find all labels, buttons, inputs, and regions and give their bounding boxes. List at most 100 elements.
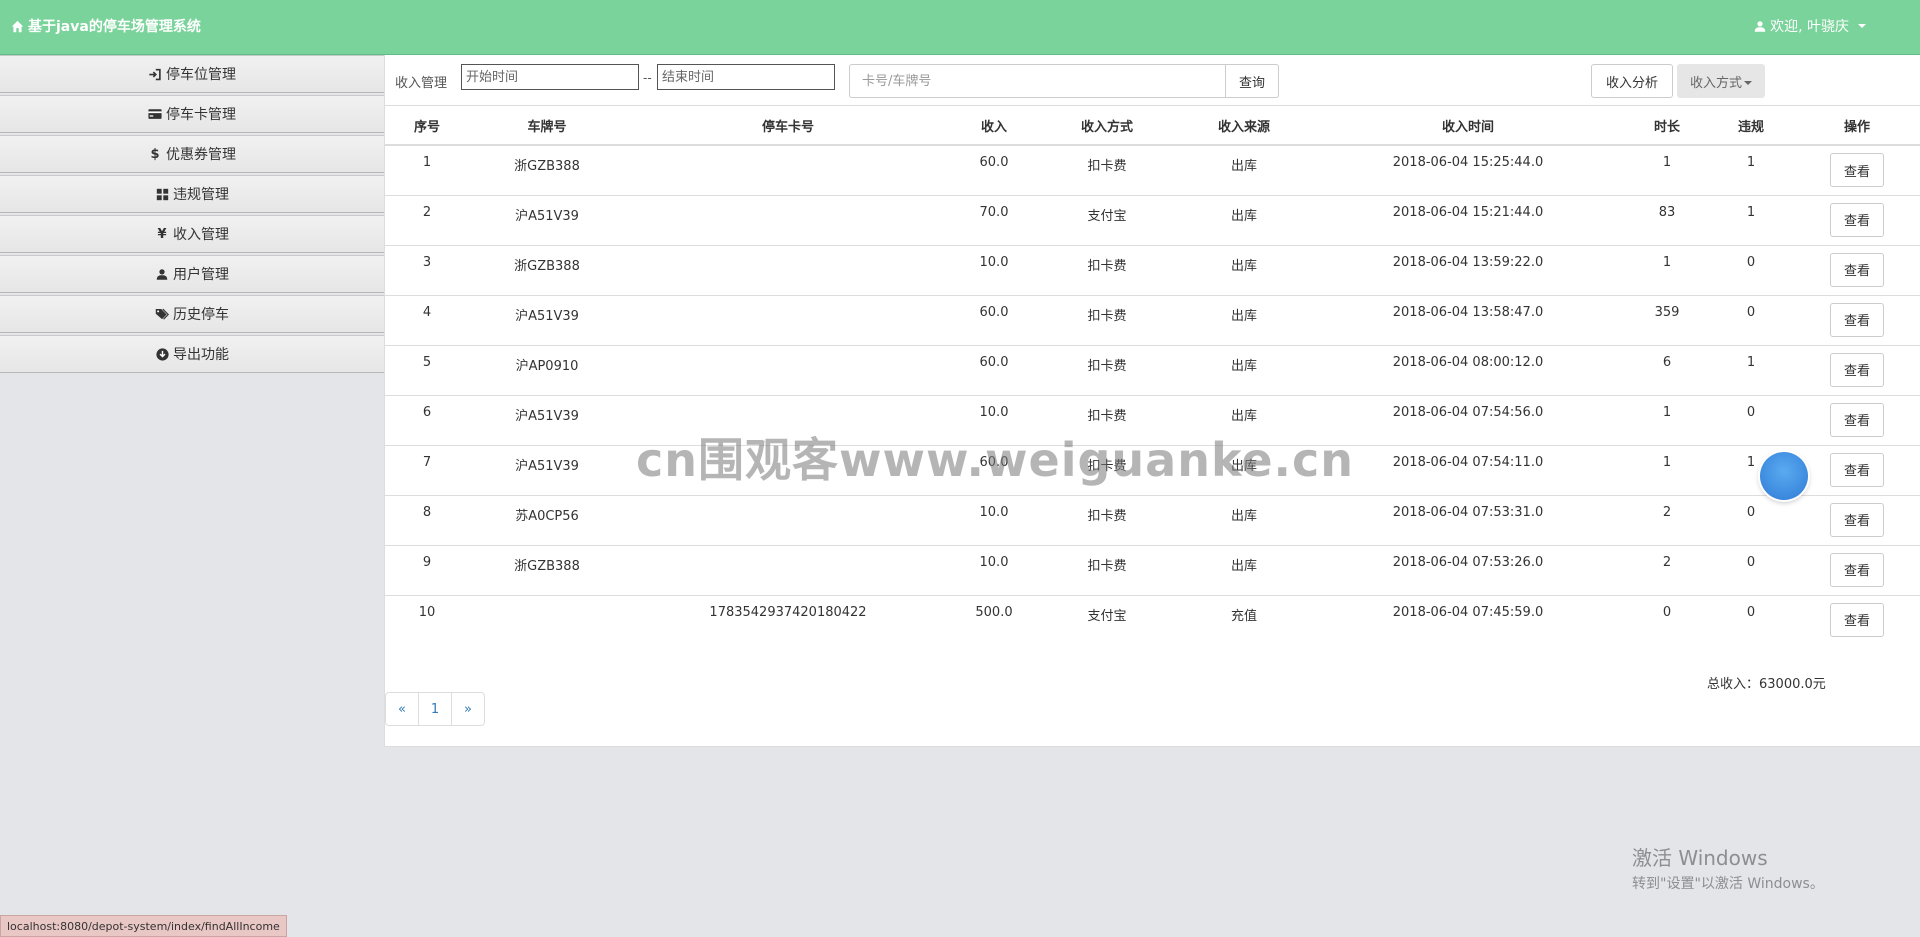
sidebar-item-income[interactable]: ¥ 收入管理	[0, 215, 384, 253]
cell-duration: 1	[1625, 244, 1709, 295]
sidebar-item-label: 历史停车	[173, 307, 229, 323]
column-header: 停车卡号	[625, 106, 951, 146]
search-button[interactable]: 查询	[1225, 64, 1279, 98]
windows-activation-notice: 激活 Windows 转到"设置"以激活 Windows。	[1632, 842, 1824, 893]
toolbar-title: 收入管理	[395, 76, 448, 91]
sidebar-item-user[interactable]: 用户管理	[0, 255, 384, 293]
user-icon	[1753, 19, 1767, 33]
cell-action: 查看	[1793, 444, 1920, 495]
view-button[interactable]: 查看	[1830, 302, 1884, 337]
income-method-label: 收入方式	[1689, 75, 1742, 91]
cell-method: 扣卡费	[1037, 144, 1177, 195]
th-large-icon	[155, 187, 169, 201]
cell-income: 500.0	[951, 594, 1037, 645]
table-header-row: 序号 车牌号 停车卡号 收入 收入方式 收入来源 收入时间 时长 违规 操作	[385, 106, 1920, 146]
cell-no: 7	[385, 444, 469, 495]
cell-plate	[469, 594, 625, 645]
cell-duration: 1	[1625, 394, 1709, 445]
cell-action: 查看	[1793, 344, 1920, 395]
sidebar-item-coupon[interactable]: $ 优惠券管理	[0, 135, 384, 173]
column-header: 收入来源	[1177, 106, 1311, 146]
cell-time: 2018-06-04 07:53:26.0	[1311, 544, 1625, 595]
view-button[interactable]: 查看	[1830, 153, 1884, 187]
floating-assistant-ball[interactable]	[1760, 452, 1808, 500]
sidebar-item-parking-space[interactable]: 停车位管理	[0, 55, 384, 93]
cell-violation: 0	[1709, 494, 1793, 545]
income-table: 序号 车牌号 停车卡号 收入 收入方式 收入来源 收入时间 时长 违规 操作 1…	[385, 106, 1920, 645]
cell-source: 出库	[1177, 344, 1311, 395]
page-number-button[interactable]: 1	[418, 692, 452, 726]
search-input[interactable]	[849, 64, 1226, 98]
view-button[interactable]: 查看	[1830, 352, 1884, 387]
cell-plate: 沪AP0910	[469, 344, 625, 395]
view-button[interactable]: 查看	[1830, 502, 1884, 537]
view-button[interactable]: 查看	[1830, 602, 1884, 637]
cell-time: 2018-06-04 13:59:22.0	[1311, 244, 1625, 295]
cell-duration: 2	[1625, 494, 1709, 545]
column-header: 收入	[951, 106, 1037, 146]
table-row: 5 沪AP0910 60.0 扣卡费 出库 2018-06-04 08:00:1…	[385, 344, 1920, 395]
cell-source: 出库	[1177, 144, 1311, 195]
cell-plate: 浙GZB388	[469, 544, 625, 595]
top-navbar: 基于java的停车场管理系统 欢迎, 叶骁庆	[0, 0, 1920, 55]
cell-no: 2	[385, 194, 469, 245]
cell-no: 3	[385, 244, 469, 295]
cell-method: 扣卡费	[1037, 294, 1177, 345]
watermark-text: cn围观客www.weiguanke.cn	[636, 433, 1355, 487]
cell-income: 10.0	[951, 544, 1037, 595]
view-button[interactable]: 查看	[1830, 402, 1884, 437]
cell-source: 充值	[1177, 594, 1311, 645]
view-button[interactable]: 查看	[1830, 552, 1884, 587]
cell-no: 9	[385, 544, 469, 595]
app-title: 基于java的停车场管理系统	[28, 19, 201, 35]
sidebar-item-export[interactable]: 导出功能	[0, 335, 384, 373]
cell-time: 2018-06-04 07:53:31.0	[1311, 494, 1625, 545]
cell-time: 2018-06-04 15:21:44.0	[1311, 194, 1625, 245]
sidebar-item-violation[interactable]: 违规管理	[0, 175, 384, 213]
user-dropdown[interactable]: 欢迎, 叶骁庆	[1753, 16, 1866, 36]
cell-violation: 0	[1709, 544, 1793, 595]
view-button[interactable]: 查看	[1830, 452, 1884, 487]
cell-violation: 0	[1709, 594, 1793, 645]
cell-plate: 浙GZB388	[469, 244, 625, 295]
cell-method: 扣卡费	[1037, 244, 1177, 295]
page-next-button[interactable]: »	[451, 692, 485, 726]
view-button[interactable]: 查看	[1830, 202, 1884, 237]
cell-card	[625, 544, 951, 595]
table-row: 3 浙GZB388 10.0 扣卡费 出库 2018-06-04 13:59:2…	[385, 244, 1920, 295]
cell-action: 查看	[1793, 544, 1920, 595]
sidebar-item-label: 收入管理	[173, 227, 229, 243]
sidebar-item-parking-card[interactable]: 停车卡管理	[0, 95, 384, 133]
column-header: 收入时间	[1311, 106, 1625, 146]
income-method-dropdown[interactable]: 收入方式	[1677, 64, 1765, 98]
app-brand[interactable]: 基于java的停车场管理系统	[10, 16, 201, 36]
tags-icon	[155, 307, 169, 321]
browser-status-url: localhost:8080/depot-system/index/findAl…	[0, 915, 287, 937]
user-icon	[155, 267, 169, 281]
income-analysis-button[interactable]: 收入分析	[1591, 64, 1673, 98]
cell-source: 出库	[1177, 544, 1311, 595]
cell-time: 2018-06-04 07:54:56.0	[1311, 394, 1625, 445]
end-time-input[interactable]	[657, 64, 835, 90]
column-header: 操作	[1793, 106, 1920, 146]
start-time-input[interactable]	[461, 64, 639, 90]
page-prev-button[interactable]: «	[385, 692, 419, 726]
cell-income: 60.0	[951, 344, 1037, 395]
table-row: 1 浙GZB388 60.0 扣卡费 出库 2018-06-04 15:25:4…	[385, 144, 1920, 195]
cell-time: 2018-06-04 07:54:11.0	[1311, 444, 1625, 495]
cell-card	[625, 294, 951, 345]
cell-card	[625, 244, 951, 295]
cell-action: 查看	[1793, 244, 1920, 295]
credit-card-icon	[148, 107, 162, 121]
sidebar-item-label: 用户管理	[173, 267, 229, 283]
view-button[interactable]: 查看	[1830, 252, 1884, 287]
user-greeting: 欢迎, 叶骁庆	[1770, 19, 1849, 35]
cell-card	[625, 494, 951, 545]
cell-income: 10.0	[951, 494, 1037, 545]
income-panel: 收入管理 -- 查询 收入分析 收入方式 序号 车牌号 停车卡号 收入 收入方式…	[384, 55, 1920, 747]
cell-violation: 0	[1709, 394, 1793, 445]
sidebar-item-history[interactable]: 历史停车	[0, 295, 384, 333]
cell-duration: 83	[1625, 194, 1709, 245]
pagination: « 1 »	[385, 692, 485, 726]
yen-icon: ¥	[157, 226, 167, 242]
